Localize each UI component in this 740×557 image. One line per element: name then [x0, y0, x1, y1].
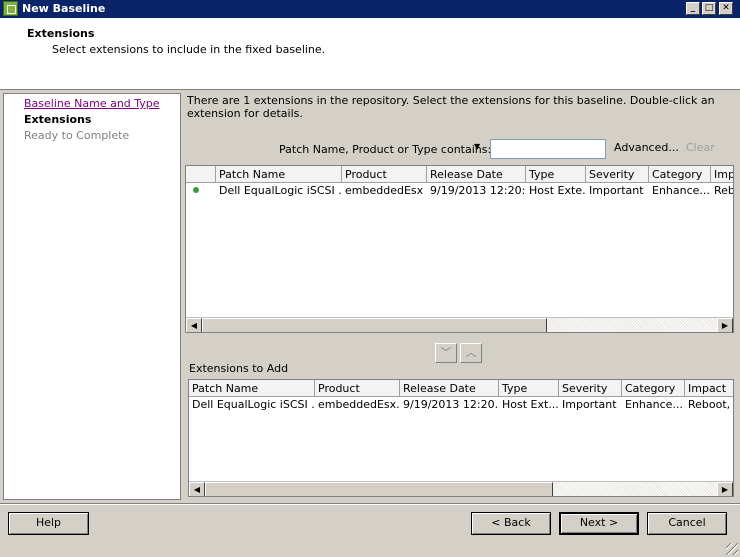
scrollbar-thumb[interactable]	[205, 482, 553, 496]
clear-link[interactable]: Clear	[686, 141, 715, 154]
scroll-right-icon[interactable]: ▶	[717, 482, 733, 496]
column-header-release-date[interactable]: Release Date	[427, 166, 526, 183]
scrollbar-thumb[interactable]	[202, 318, 547, 332]
column-header-type[interactable]: Type	[499, 380, 559, 397]
title-bar: New Baseline _ □ ✕	[0, 0, 740, 18]
wizard-steps: Baseline Name and Type Extensions Ready …	[3, 93, 181, 500]
next-button[interactable]: Next >	[559, 512, 639, 535]
maximize-button[interactable]: □	[702, 2, 716, 15]
column-header-severity[interactable]: Severity	[586, 166, 649, 183]
column-header-patch-name[interactable]: Patch Name	[189, 380, 315, 397]
minimize-button[interactable]: _	[686, 2, 700, 15]
column-header-type[interactable]: Type	[526, 166, 586, 183]
scroll-right-icon[interactable]: ▶	[717, 318, 733, 332]
cell-product: embeddedEsx...	[318, 398, 400, 411]
help-button[interactable]: Help	[8, 512, 89, 535]
cell-impact: Reb	[714, 184, 734, 197]
advanced-link[interactable]: Advanced...	[614, 141, 679, 154]
cell-patch-name: Dell EqualLogic iSCSI ...	[192, 398, 315, 411]
cell-type: Host Exte...	[529, 184, 586, 197]
extensions-to-add-table[interactable]: Patch Name Product Release Date Type Sev…	[188, 379, 734, 497]
column-header-release-date[interactable]: Release Date	[400, 380, 499, 397]
cell-patch-name: Dell EqualLogic iSCSI ...	[219, 184, 342, 197]
cell-severity: Important	[562, 398, 617, 411]
step-extensions: Extensions	[24, 113, 92, 126]
column-header-impact[interactable]: Impact	[685, 380, 733, 397]
column-header-severity[interactable]: Severity	[559, 380, 622, 397]
cell-product: embeddedEsx ...	[345, 184, 427, 197]
back-button[interactable]: < Back	[471, 512, 551, 535]
app-icon	[3, 1, 18, 16]
column-header-patch-name[interactable]: Patch Name	[216, 166, 342, 183]
column-header-product[interactable]: Product	[315, 380, 400, 397]
repository-horizontal-scrollbar[interactable]: ◀ ▶	[186, 317, 733, 332]
close-button[interactable]: ✕	[719, 2, 733, 15]
filter-label: Patch Name, Product or Type contains:	[279, 143, 492, 156]
cell-release-date: 9/19/2013 12:20:...	[430, 184, 526, 197]
column-header-impact[interactable]: Imp	[711, 166, 733, 183]
cell-category: Enhance...	[625, 398, 683, 411]
column-header-category[interactable]: Category	[622, 380, 685, 397]
resize-grip-icon[interactable]	[726, 543, 738, 555]
scroll-left-icon[interactable]: ◀	[189, 482, 205, 496]
column-header-product[interactable]: Product	[342, 166, 427, 183]
extensions-to-add-label: Extensions to Add	[189, 362, 289, 375]
repository-description: There are 1 extensions in the repository…	[187, 94, 715, 120]
move-up-button[interactable]: ︿	[460, 343, 482, 363]
status-dot-icon	[193, 187, 199, 193]
cell-severity: Important	[589, 184, 644, 197]
extensions-horizontal-scrollbar[interactable]: ◀ ▶	[189, 481, 733, 496]
page-subtitle: Select extensions to include in the fixe…	[52, 43, 326, 56]
cell-category: Enhance...	[652, 184, 710, 197]
page-title: Extensions	[27, 27, 95, 40]
step-baseline-name-and-type[interactable]: Baseline Name and Type	[24, 97, 160, 110]
scroll-left-icon[interactable]: ◀	[186, 318, 202, 332]
cell-impact: Reboot,	[688, 398, 731, 411]
move-down-button[interactable]: ﹀	[435, 343, 457, 363]
cell-release-date: 9/19/2013 12:20...	[403, 398, 499, 411]
window-title: New Baseline	[22, 2, 106, 15]
repository-table[interactable]: Patch Name Product Release Date Type Sev…	[185, 165, 734, 333]
cell-type: Host Ext...	[502, 398, 559, 411]
footer-separator	[0, 503, 740, 505]
step-ready-to-complete: Ready to Complete	[24, 129, 130, 142]
filter-dropdown-icon[interactable]: ▼	[474, 142, 480, 151]
column-header-category[interactable]: Category	[649, 166, 711, 183]
column-header-status[interactable]	[186, 166, 216, 183]
filter-input[interactable]	[490, 139, 606, 159]
wizard-header: Extensions Select extensions to include …	[0, 18, 740, 90]
cancel-button[interactable]: Cancel	[647, 512, 727, 535]
